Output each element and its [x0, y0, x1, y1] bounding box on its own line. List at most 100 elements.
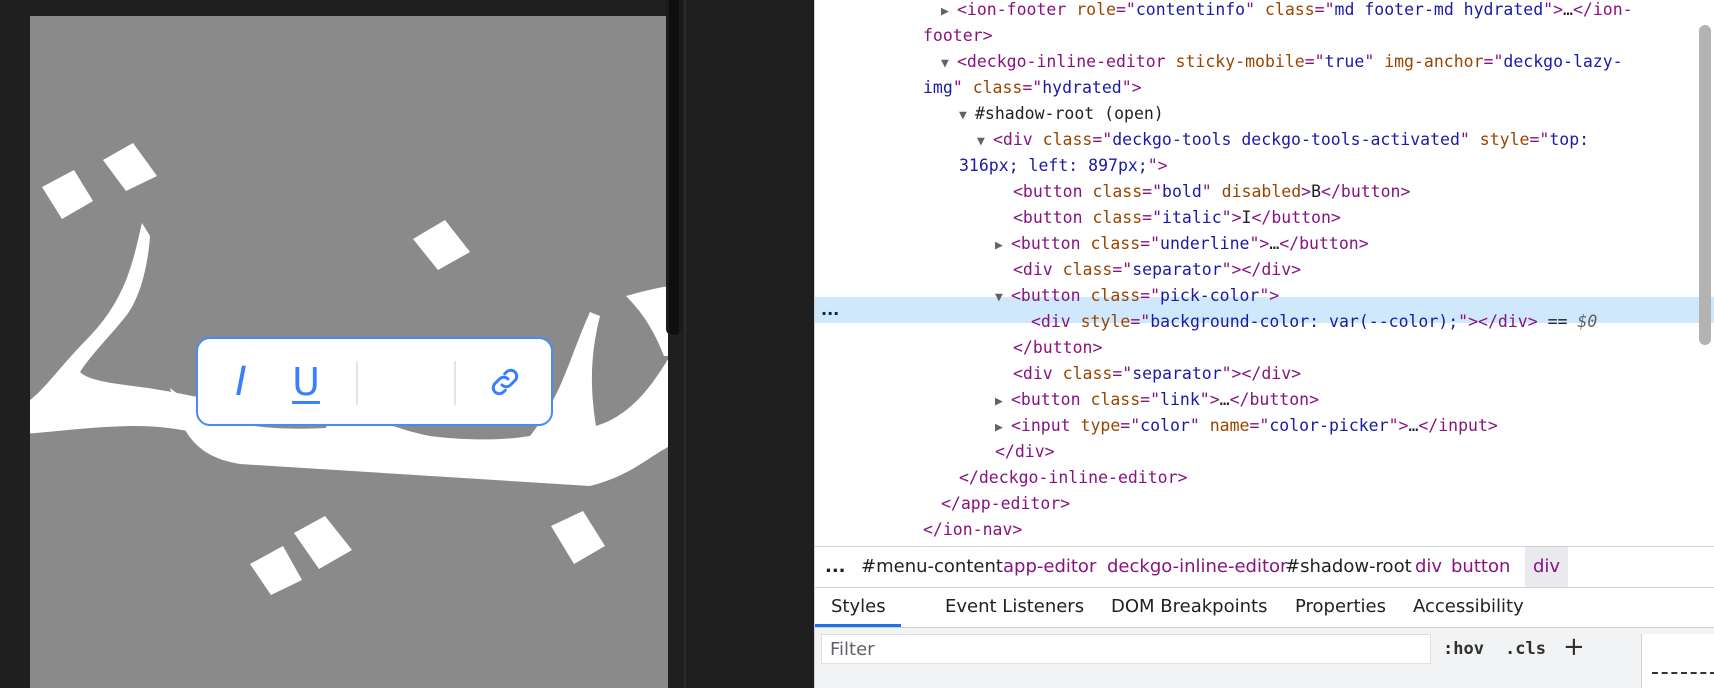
dom-token: " [1245, 0, 1265, 19]
dom-token: </button> [1279, 234, 1369, 253]
dom-token: "> [1259, 286, 1280, 305]
pick-color-button[interactable] [368, 357, 448, 407]
node-actions-ellipsis[interactable]: ... [821, 297, 839, 323]
dom-token: "> [1388, 416, 1409, 435]
breadcrumb-item[interactable]: #menu-content [861, 547, 1003, 587]
dom-token: … [1408, 416, 1419, 435]
dom-node-line[interactable]: <div class="separator"></div> [1013, 257, 1301, 283]
tab-accessibility[interactable]: Accessibility [1413, 587, 1524, 627]
breadcrumb-item[interactable]: #shadow-root [1285, 547, 1412, 587]
preview-scrollbar[interactable] [666, 0, 682, 335]
breadcrumb-item[interactable]: button [1451, 547, 1510, 587]
dom-node-line[interactable]: </app-editor> [941, 491, 1070, 517]
tab-dom-breakpoints[interactable]: DOM Breakpoints [1111, 587, 1267, 627]
dom-token: link [1160, 390, 1200, 409]
dom-token: </button> [1321, 182, 1411, 201]
italic-button[interactable]: I [226, 357, 256, 407]
breadcrumb-item[interactable]: div [1415, 547, 1442, 587]
dom-token: class [972, 78, 1023, 97]
hover-state-toggle[interactable]: :hov [1443, 634, 1484, 664]
dom-token: =" [1304, 52, 1325, 71]
dom-token: =" [1314, 0, 1335, 19]
dom-token: <button [1011, 234, 1091, 253]
tab-properties[interactable]: Properties [1295, 587, 1386, 627]
dom-token: color-picker [1269, 416, 1389, 435]
tab-styles[interactable]: Styles [831, 587, 886, 627]
link-button[interactable] [480, 357, 530, 407]
sidebar-tabs: Styles Event Listeners DOM Breakpoints P… [815, 587, 1714, 628]
collapse-triangle-icon[interactable]: ▼ [941, 51, 957, 77]
dom-node-line[interactable]: <div class="separator"></div> [1013, 361, 1301, 387]
dom-token: " [1201, 182, 1222, 201]
expand-triangle-icon[interactable]: ▶ [995, 389, 1011, 415]
dom-token: =" [1112, 364, 1133, 383]
dom-token: <input [1011, 416, 1081, 435]
dom-node-line[interactable]: footer> [923, 23, 993, 49]
preview-scrollbar-thumb[interactable] [669, 0, 679, 335]
dom-token: italic [1162, 208, 1222, 227]
dom-token: </app-editor> [941, 494, 1071, 513]
dom-token: =" [1112, 260, 1133, 279]
tab-event-listeners[interactable]: Event Listeners [945, 587, 1084, 627]
dom-node-line[interactable]: 316px; left: 897px;"> [959, 153, 1168, 179]
dom-token: " [1459, 130, 1480, 149]
dom-token: =" [1142, 208, 1163, 227]
dom-token: "> [1121, 78, 1142, 97]
expand-triangle-icon[interactable]: ▶ [995, 415, 1011, 441]
collapse-triangle-icon[interactable]: ▼ [977, 129, 993, 155]
slide-canvas[interactable]: I U [30, 16, 668, 688]
dom-tree-scrollbar[interactable] [1699, 25, 1711, 345]
dom-node-line[interactable]: ▼ <button class="pick-color"> [995, 283, 1279, 309]
dom-token: "> [1543, 0, 1564, 19]
dom-node-line[interactable]: <div style="background-color: var(--colo… [1031, 309, 1597, 335]
dom-node-line[interactable]: ▶ <button class="underline">…</button> [995, 231, 1369, 257]
collapse-triangle-icon[interactable]: ▼ [959, 103, 975, 129]
expand-triangle-icon[interactable]: ▶ [995, 233, 1011, 259]
dom-node-line[interactable]: </div> [995, 439, 1055, 465]
dom-token: > [1301, 182, 1312, 201]
dom-token: </button> [1013, 338, 1103, 357]
link-icon [491, 368, 519, 396]
dom-token: class [1062, 260, 1113, 279]
dom-token: " [1364, 52, 1385, 71]
breadcrumb-item[interactable]: deckgo-inline-editor [1107, 547, 1287, 587]
dom-token: "></div> [1458, 312, 1538, 331]
dom-token: #shadow-root (open) [975, 104, 1164, 123]
collapse-triangle-icon[interactable]: ▼ [995, 285, 1011, 311]
expand-triangle-icon[interactable]: ▶ [941, 0, 957, 25]
breadcrumb-item-selected[interactable]: div [1525, 547, 1569, 587]
dom-token: class [1062, 364, 1113, 383]
dom-node-line[interactable]: ▼ <div class="deckgo-tools deckgo-tools-a… [977, 127, 1589, 153]
dom-token: footer> [923, 26, 993, 45]
dom-token: " [1189, 416, 1210, 435]
class-toggle[interactable]: .cls [1505, 634, 1546, 664]
dom-node-line[interactable]: </deckgo-inline-editor> [959, 465, 1187, 491]
dom-node-line[interactable]: <button class="italic">I</button> [1013, 205, 1341, 231]
underline-button[interactable]: U [286, 357, 326, 407]
elements-dom-tree[interactable]: ... ▶ <ion-footer role="contentinfo" clas… [815, 0, 1714, 545]
dom-node-line[interactable]: </button> [1013, 335, 1102, 361]
dom-node-line[interactable]: ▶ <button class="link">…</button> [995, 387, 1319, 413]
dom-token: deckgo-lazy- [1503, 52, 1623, 71]
new-style-rule-button[interactable]: + [1563, 630, 1585, 664]
dom-node-line[interactable]: ▼ <deckgo-inline-editor sticky-mobile="tr… [941, 49, 1623, 75]
dom-node-line[interactable]: img" class="hydrated"> [923, 75, 1142, 101]
dom-token: <deckgo-inline-editor [957, 52, 1176, 71]
dom-token: class [1092, 208, 1143, 227]
styles-filter-input[interactable]: Filter [821, 634, 1431, 664]
dom-node-line[interactable]: ▼ #shadow-root (open) [959, 101, 1164, 127]
dom-node-line[interactable]: <button class="bold" disabled>B</button> [1013, 179, 1410, 205]
dom-node-line[interactable]: </ion-nav> [923, 517, 1022, 543]
dom-node-line[interactable]: ▶ <input type="color" name="color-picker"… [995, 413, 1498, 439]
dom-token: I [1241, 208, 1252, 227]
dom-node-line[interactable]: ▶ <ion-footer role="contentinfo" class="m… [941, 0, 1633, 23]
breadcrumb-more[interactable]: ... [825, 547, 846, 587]
dom-token: top: [1549, 130, 1590, 149]
box-model-preview [1641, 634, 1714, 688]
breadcrumb-item[interactable]: app-editor [1003, 547, 1096, 587]
dom-token: separator [1132, 364, 1222, 383]
toolbar-separator [356, 361, 358, 405]
dom-token: == [1537, 312, 1578, 331]
dom-token: pick-color [1160, 286, 1260, 305]
dom-node-line[interactable]: ▶<app-share-deck s-mode="md" class="hydr… [905, 543, 1547, 545]
